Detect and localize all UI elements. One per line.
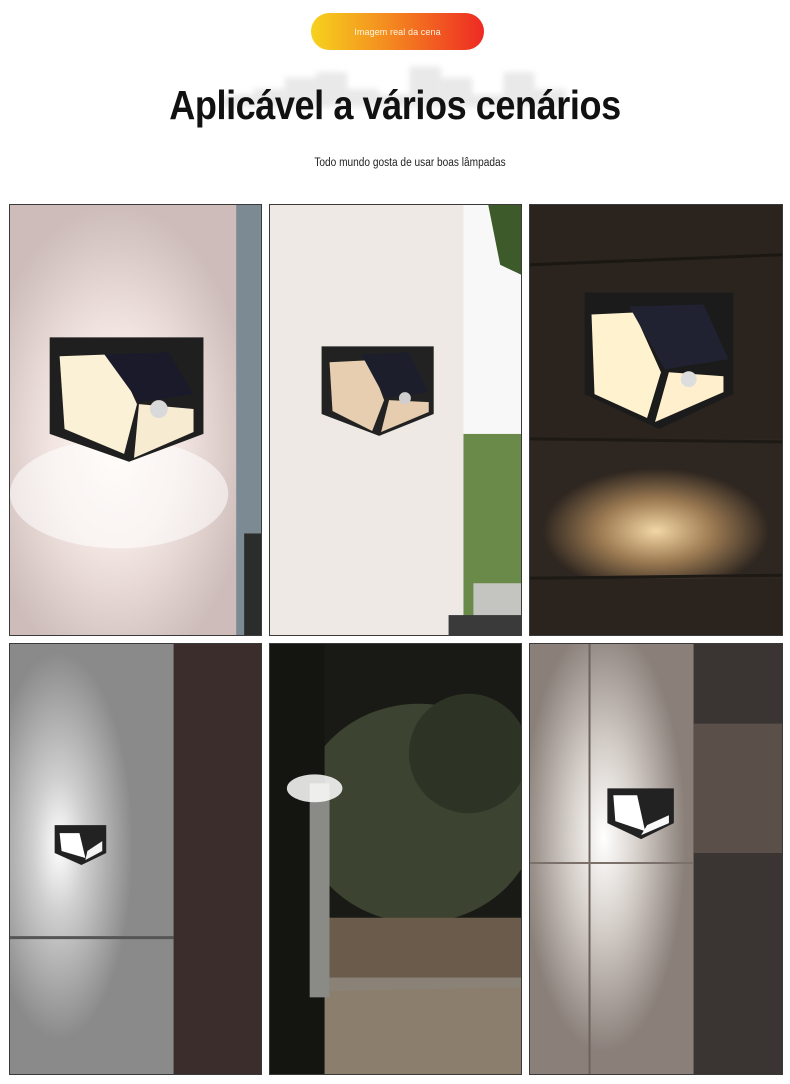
scene-photo-6 — [529, 643, 783, 1075]
scene-photo-5-image — [270, 644, 521, 1074]
scene-photo-1 — [9, 204, 262, 636]
page-subtitle: Todo mundo gosta de usar boas lâmpadas — [314, 157, 506, 169]
scene-photo-2 — [269, 204, 522, 636]
scene-photo-4 — [9, 643, 262, 1075]
scene-photo-4-image — [10, 644, 261, 1074]
scene-photo-1-image — [10, 205, 261, 635]
scene-photo-5 — [269, 643, 522, 1075]
scene-photo-3 — [529, 204, 783, 636]
scene-photo-6-image — [530, 644, 782, 1074]
scene-photo-2-image — [270, 205, 521, 635]
scene-photo-3-image — [530, 205, 782, 635]
page-title: Aplicável a vários cenários — [169, 82, 621, 128]
scene-badge-label: Imagem real da cena — [354, 26, 441, 37]
scene-badge: Imagem real da cena — [311, 13, 484, 50]
